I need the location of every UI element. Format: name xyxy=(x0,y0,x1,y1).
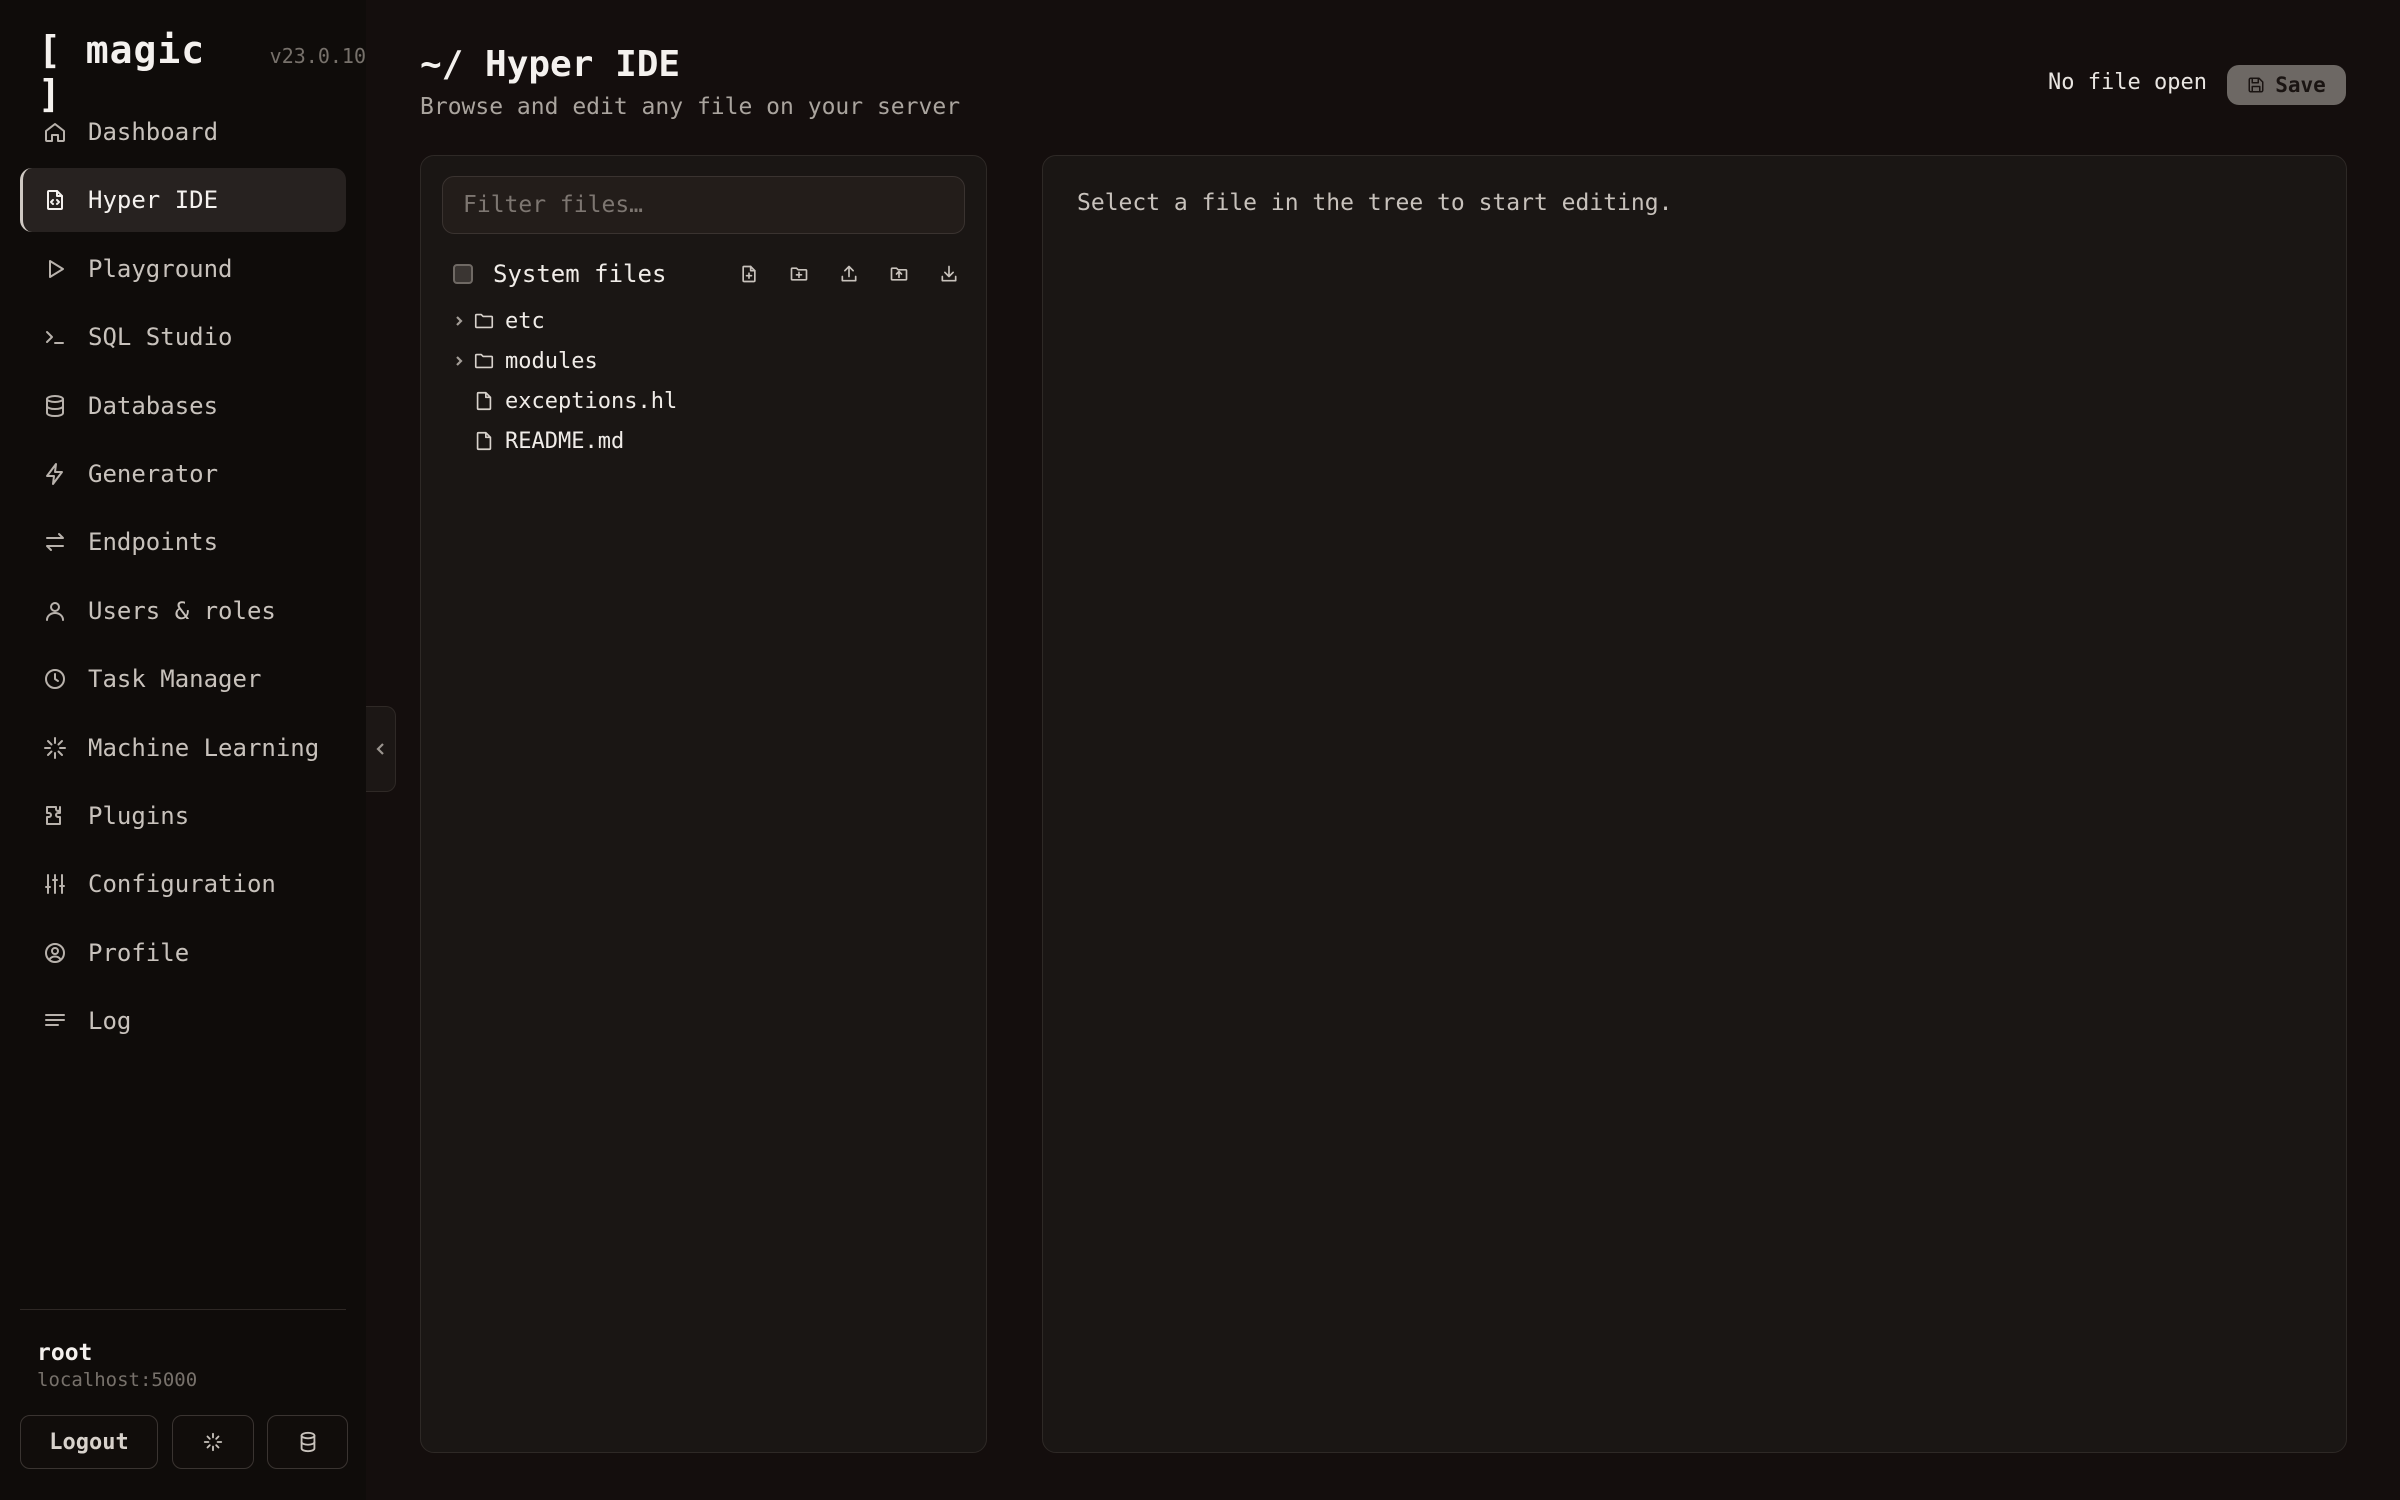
tree-file-exceptions[interactable]: exceptions.hl xyxy=(447,381,967,421)
logout-button[interactable]: Logout xyxy=(20,1415,158,1469)
sidebar-item-label: SQL Studio xyxy=(88,323,233,352)
sidebar-item-label: Machine Learning xyxy=(88,733,320,762)
chevron-left-icon xyxy=(374,742,388,756)
upload-button[interactable] xyxy=(835,260,863,288)
sliders-icon xyxy=(42,871,68,897)
sidebar-item-generator[interactable]: Generator xyxy=(20,442,346,506)
sidebar-item-hyper-ide[interactable]: Hyper IDE xyxy=(20,168,346,233)
sidebar-item-users-roles[interactable]: Users & roles xyxy=(20,579,346,643)
sidebar: [ magic ] v23.0.10 Dashboard Hyper IDE P… xyxy=(0,0,366,1500)
upload-folder-button[interactable] xyxy=(885,260,913,288)
user-icon xyxy=(42,598,68,624)
new-file-button[interactable] xyxy=(735,260,763,288)
chevron-right-icon[interactable] xyxy=(447,315,471,327)
file-tree: etc modules exceptions.hl README.md xyxy=(447,301,967,461)
tree-node-label: modules xyxy=(505,348,598,374)
sparkle-icon xyxy=(42,735,68,761)
sidebar-item-label: Dashboard xyxy=(88,118,219,146)
tree-folder-modules[interactable]: modules xyxy=(447,341,967,381)
tree-file-readme[interactable]: README.md xyxy=(447,421,967,461)
save-button[interactable]: Save xyxy=(2227,65,2346,105)
filter-files-input[interactable] xyxy=(442,176,965,234)
sidebar-divider xyxy=(20,1309,346,1310)
folder-plus-icon xyxy=(789,264,809,284)
tree-node-label: etc xyxy=(505,308,545,334)
sidebar-item-label: Configuration xyxy=(88,870,276,899)
tree-folder-etc[interactable]: etc xyxy=(447,301,967,341)
user-name: root xyxy=(37,1340,93,1366)
folder-upload-icon xyxy=(889,264,909,284)
sidebar-item-label: Playground xyxy=(88,254,233,283)
file-icon xyxy=(471,428,497,454)
terminal-icon xyxy=(42,324,68,350)
sidebar-item-plugins[interactable]: Plugins xyxy=(20,784,346,848)
theme-button[interactable] xyxy=(172,1415,254,1469)
sidebar-item-profile[interactable]: Profile xyxy=(20,921,346,985)
file-plus-icon xyxy=(739,264,759,284)
folder-icon xyxy=(471,308,497,334)
file-tree-panel: System files xyxy=(420,155,987,1453)
server-host: localhost:5000 xyxy=(37,1369,198,1391)
tree-actions xyxy=(735,260,963,288)
chevron-right-icon[interactable] xyxy=(447,355,471,367)
upload-icon xyxy=(839,264,859,284)
sidebar-item-label: Profile xyxy=(88,938,190,967)
sidebar-item-label: Users & roles xyxy=(88,596,276,625)
home-icon xyxy=(42,119,68,145)
puzzle-icon xyxy=(42,803,68,829)
sidebar-item-playground[interactable]: Playground xyxy=(20,237,346,301)
sidebar-item-endpoints[interactable]: Endpoints xyxy=(20,510,346,574)
lines-icon xyxy=(42,1008,68,1034)
app-root: [ magic ] v23.0.10 Dashboard Hyper IDE P… xyxy=(0,0,2400,1500)
lightning-icon xyxy=(42,461,68,487)
sidebar-item-sql-studio[interactable]: SQL Studio xyxy=(20,305,346,369)
clock-icon xyxy=(42,666,68,692)
user-circle-icon xyxy=(42,940,68,966)
file-icon xyxy=(471,388,497,414)
database-button[interactable] xyxy=(267,1415,348,1469)
play-icon xyxy=(42,256,68,282)
arrows-icon xyxy=(42,529,68,555)
database-icon xyxy=(297,1431,319,1453)
save-icon xyxy=(2247,76,2265,94)
folder-icon xyxy=(471,348,497,374)
sidebar-item-dashboard[interactable]: Dashboard xyxy=(20,100,346,164)
sidebar-item-label: Plugins xyxy=(88,801,190,830)
tree-toolbar: System files xyxy=(453,254,963,294)
sidebar-item-configuration[interactable]: Configuration xyxy=(20,852,346,916)
sidebar-item-log[interactable]: Log xyxy=(20,989,346,1053)
sidebar-nav: Dashboard Hyper IDE Playground SQL Studi… xyxy=(20,100,346,1057)
file-status: No file open xyxy=(2048,70,2207,95)
database-icon xyxy=(42,393,68,419)
sidebar-item-label: Log xyxy=(88,1007,132,1036)
sidebar-item-label: Hyper IDE xyxy=(88,186,219,215)
sparkle-icon xyxy=(202,1431,224,1453)
system-files-label: System files xyxy=(493,260,667,288)
sidebar-item-label: Endpoints xyxy=(88,528,219,557)
page-subtitle: Browse and edit any file on your server xyxy=(420,94,961,120)
version-label: v23.0.10 xyxy=(269,44,366,68)
tree-node-label: exceptions.hl xyxy=(505,388,678,414)
new-folder-button[interactable] xyxy=(785,260,813,288)
sidebar-item-task-manager[interactable]: Task Manager xyxy=(20,647,346,711)
download-icon xyxy=(939,264,959,284)
editor-empty-message: Select a file in the tree to start editi… xyxy=(1077,190,1673,216)
file-code-icon xyxy=(42,187,68,213)
save-label: Save xyxy=(2275,73,2326,97)
page-title: ~/ Hyper IDE xyxy=(420,44,681,85)
sidebar-item-databases[interactable]: Databases xyxy=(20,374,346,438)
sidebar-item-label: Generator xyxy=(88,459,219,488)
sidebar-item-machine-learning[interactable]: Machine Learning xyxy=(20,716,346,780)
download-button[interactable] xyxy=(935,260,963,288)
tree-node-label: README.md xyxy=(505,428,625,454)
sidebar-item-label: Task Manager xyxy=(88,665,262,694)
system-files-checkbox[interactable] xyxy=(453,264,473,284)
collapse-sidebar-button[interactable] xyxy=(366,706,396,792)
editor-panel[interactable]: Select a file in the tree to start editi… xyxy=(1042,155,2347,1453)
sidebar-item-label: Databases xyxy=(88,391,219,420)
